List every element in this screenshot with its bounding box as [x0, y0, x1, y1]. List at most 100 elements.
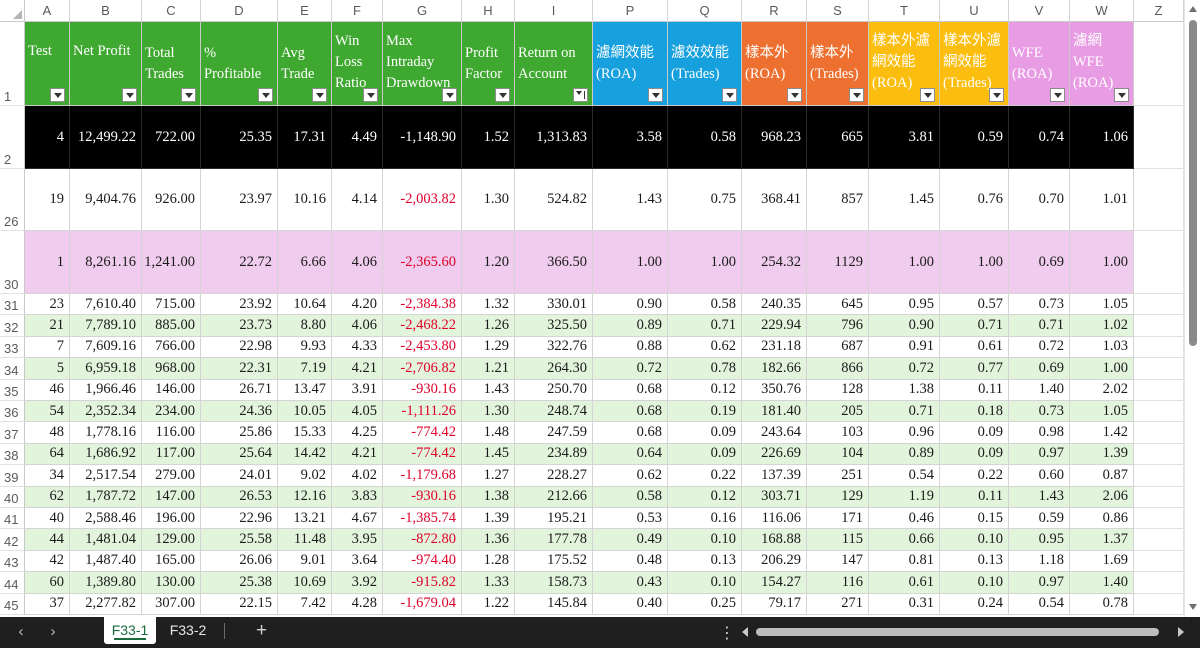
- table-cell[interactable]: 0.89: [593, 315, 668, 337]
- table-cell[interactable]: 0.11: [940, 486, 1009, 508]
- table-cell[interactable]: -774.42: [383, 422, 462, 444]
- table-cell[interactable]: 147.00: [142, 486, 201, 508]
- table-cell[interactable]: -915.82: [383, 572, 462, 594]
- table-cell[interactable]: 0.87: [1070, 465, 1134, 487]
- table-cell[interactable]: 13.21: [278, 508, 332, 530]
- table-cell[interactable]: 1: [25, 231, 70, 294]
- table-cell[interactable]: 2,352.34: [70, 401, 142, 423]
- table-cell[interactable]: 48: [25, 422, 70, 444]
- header-cell[interactable]: 濾網效能 (ROA): [593, 22, 668, 106]
- row-header[interactable]: 35: [0, 379, 25, 401]
- row-header[interactable]: 36: [0, 401, 25, 423]
- table-cell[interactable]: 1.45: [869, 169, 940, 231]
- table-cell[interactable]: 0.22: [940, 465, 1009, 487]
- table-cell[interactable]: 13.47: [278, 379, 332, 401]
- table-cell[interactable]: 271: [807, 593, 869, 615]
- table-cell[interactable]: 1.40: [1009, 379, 1070, 401]
- table-cell[interactable]: 303.71: [742, 486, 807, 508]
- empty-cell[interactable]: [1134, 336, 1184, 359]
- row-header[interactable]: 33: [0, 336, 25, 359]
- table-cell[interactable]: 116: [807, 572, 869, 594]
- table-cell[interactable]: 885.00: [142, 315, 201, 337]
- table-cell[interactable]: 0.66: [869, 529, 940, 551]
- table-cell[interactable]: 2,588.46: [70, 508, 142, 530]
- table-cell[interactable]: 22.31: [201, 358, 278, 380]
- table-cell[interactable]: 0.61: [940, 336, 1009, 359]
- table-cell[interactable]: 0.95: [1009, 529, 1070, 551]
- table-cell[interactable]: -1,179.68: [383, 465, 462, 487]
- column-header-h[interactable]: H: [462, 0, 515, 22]
- table-cell[interactable]: 0.10: [940, 529, 1009, 551]
- table-cell[interactable]: 1,778.16: [70, 422, 142, 444]
- table-cell[interactable]: 146.00: [142, 379, 201, 401]
- table-cell[interactable]: 182.66: [742, 358, 807, 380]
- empty-cell[interactable]: [1134, 379, 1184, 401]
- table-cell[interactable]: 857: [807, 169, 869, 231]
- table-cell[interactable]: 350.76: [742, 379, 807, 401]
- table-cell[interactable]: 0.96: [869, 422, 940, 444]
- table-cell[interactable]: -1,385.74: [383, 508, 462, 530]
- column-header-g[interactable]: G: [383, 0, 462, 22]
- table-cell[interactable]: 3.83: [332, 486, 383, 508]
- table-cell[interactable]: 42: [25, 550, 70, 573]
- table-cell[interactable]: -872.80: [383, 529, 462, 551]
- table-cell[interactable]: 330.01: [515, 294, 593, 316]
- table-cell[interactable]: 1.69: [1070, 550, 1134, 573]
- table-cell[interactable]: 0.98: [1009, 422, 1070, 444]
- table-cell[interactable]: 0.71: [1009, 315, 1070, 337]
- table-cell[interactable]: 687: [807, 336, 869, 359]
- scroll-up-icon[interactable]: [1189, 6, 1197, 12]
- table-cell[interactable]: 0.46: [869, 508, 940, 530]
- table-cell[interactable]: 1.05: [1070, 401, 1134, 423]
- table-cell[interactable]: 243.64: [742, 422, 807, 444]
- table-cell[interactable]: 128: [807, 379, 869, 401]
- table-cell[interactable]: 1.19: [869, 486, 940, 508]
- table-cell[interactable]: 26.06: [201, 550, 278, 573]
- table-cell[interactable]: 7,789.10: [70, 315, 142, 337]
- table-cell[interactable]: 23.97: [201, 169, 278, 231]
- table-cell[interactable]: 0.13: [940, 550, 1009, 573]
- table-cell[interactable]: 665: [807, 106, 869, 169]
- table-cell[interactable]: 0.13: [668, 550, 742, 573]
- table-cell[interactable]: 64: [25, 443, 70, 466]
- table-cell[interactable]: 1.02: [1070, 315, 1134, 337]
- header-cell[interactable]: Avg Trade: [278, 22, 332, 106]
- table-cell[interactable]: 9,404.76: [70, 169, 142, 231]
- column-header-w[interactable]: W: [1070, 0, 1134, 22]
- column-header-q[interactable]: Q: [668, 0, 742, 22]
- table-cell[interactable]: 1,487.40: [70, 550, 142, 573]
- table-cell[interactable]: 0.10: [940, 572, 1009, 594]
- table-cell[interactable]: 2.06: [1070, 486, 1134, 508]
- table-cell[interactable]: 23.73: [201, 315, 278, 337]
- table-cell[interactable]: 23.92: [201, 294, 278, 316]
- table-cell[interactable]: 0.88: [593, 336, 668, 359]
- table-cell[interactable]: 0.74: [1009, 106, 1070, 169]
- table-cell[interactable]: 0.54: [869, 465, 940, 487]
- table-cell[interactable]: 926.00: [142, 169, 201, 231]
- header-cell[interactable]: Profit Factor: [462, 22, 515, 106]
- table-cell[interactable]: 25.35: [201, 106, 278, 169]
- row-header[interactable]: 26: [0, 169, 25, 231]
- header-cell[interactable]: 樣本外 (ROA): [742, 22, 807, 106]
- table-cell[interactable]: 0.68: [593, 422, 668, 444]
- table-cell[interactable]: 60: [25, 572, 70, 594]
- filter-dropdown-icon[interactable]: [849, 88, 864, 102]
- column-header-c[interactable]: C: [142, 0, 201, 22]
- table-cell[interactable]: 322.76: [515, 336, 593, 359]
- table-cell[interactable]: 1.39: [462, 508, 515, 530]
- row-header[interactable]: 38: [0, 443, 25, 466]
- column-header-f[interactable]: F: [332, 0, 383, 22]
- table-cell[interactable]: 0.73: [1009, 401, 1070, 423]
- table-cell[interactable]: 0.24: [940, 593, 1009, 615]
- table-cell[interactable]: 524.82: [515, 169, 593, 231]
- empty-cell[interactable]: [1134, 486, 1184, 508]
- table-cell[interactable]: 0.89: [869, 443, 940, 466]
- table-cell[interactable]: 0.40: [593, 593, 668, 615]
- table-cell[interactable]: 0.43: [593, 572, 668, 594]
- table-cell[interactable]: 866: [807, 358, 869, 380]
- filter-dropdown-icon[interactable]: [181, 88, 196, 102]
- row-header[interactable]: 31: [0, 294, 25, 316]
- row-header[interactable]: 37: [0, 422, 25, 444]
- table-cell[interactable]: 104: [807, 443, 869, 466]
- filter-dropdown-icon[interactable]: [648, 88, 663, 102]
